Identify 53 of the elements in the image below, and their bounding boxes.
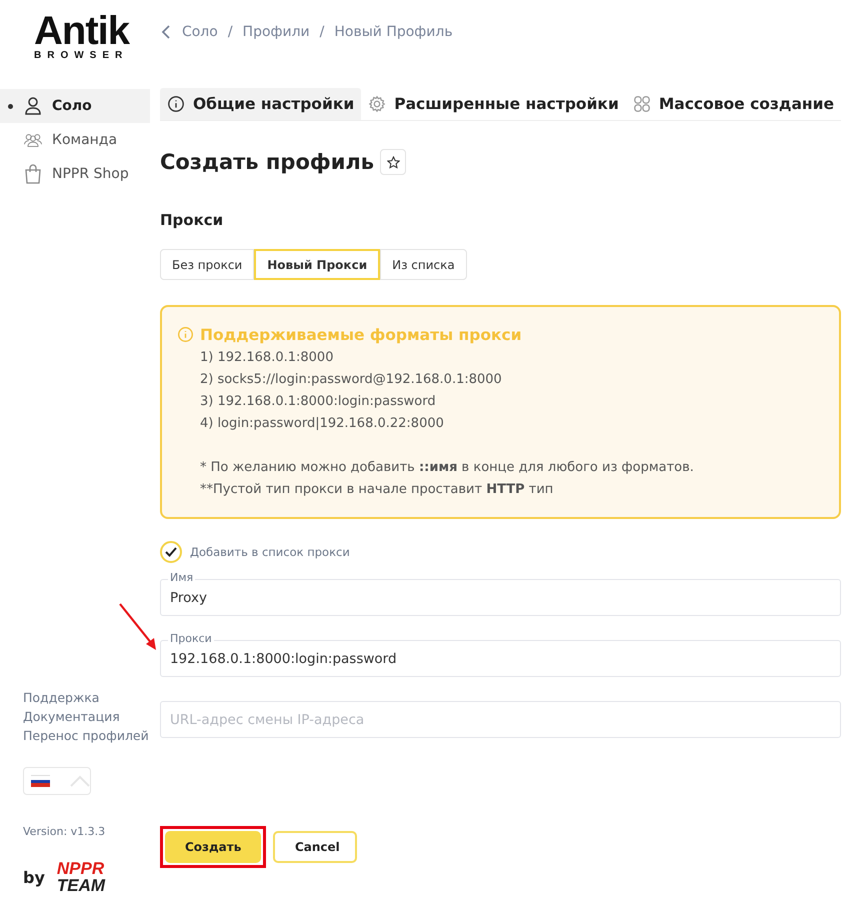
breadcrumb-item[interactable]: Профили [242, 24, 310, 40]
format-example: 4) login:password|192.168.0.22:8000 [200, 415, 445, 433]
checkbox[interactable] [160, 541, 182, 563]
info-note: **Пустой тип прокси в начале проставит HTTP тип [200, 481, 554, 499]
credit-label: by [23, 868, 45, 886]
version-label: Version: v1.3.3 [23, 825, 106, 838]
info-icon [176, 326, 194, 343]
sidebar-link[interactable]: Документация [23, 709, 120, 724]
user-icon [23, 96, 43, 116]
field-label: Прокси [168, 632, 214, 646]
logo-title: Antik [34, 12, 129, 50]
nav-label: Соло [52, 98, 92, 114]
settings-icon [368, 95, 386, 113]
star-icon [386, 156, 400, 168]
tab[interactable]: Массовое создание [626, 88, 841, 120]
brand-logo: NPPR TEAM [56, 860, 106, 894]
breadcrumb-item[interactable]: Соло [182, 24, 218, 40]
sidebar-link[interactable]: Перенос профилей [23, 728, 149, 743]
info-title: Поддерживаемые форматы прокси [200, 325, 523, 346]
breadcrumb-separator: / [320, 24, 324, 40]
grid-icon [632, 95, 651, 113]
cancel-button[interactable]: Cancel [272, 831, 357, 863]
nav-item[interactable]: Команда [0, 123, 150, 157]
nav-label: Команда [52, 132, 118, 148]
info-icon [166, 95, 185, 113]
nav-label: NPPR Shop [52, 166, 129, 182]
breadcrumb-item[interactable]: Новый Профиль [334, 24, 453, 40]
logo-subtitle: BROWSER [34, 50, 128, 61]
proxy-mode-option[interactable]: Из списка [380, 249, 467, 280]
check-icon [164, 547, 177, 557]
proxy-mode-option[interactable]: Новый Прокси [254, 249, 380, 280]
section-title: Прокси [160, 211, 224, 229]
format-example: 2) socks5://login:password@192.168.0.1:8000 [200, 371, 503, 389]
favorite-button[interactable] [380, 149, 406, 175]
create-button[interactable]: Создать [164, 831, 261, 863]
nav-item[interactable]: NPPR Shop [0, 157, 150, 191]
chevron-up-icon [70, 775, 90, 787]
shopping-bag-icon [23, 164, 43, 184]
checkbox-label: Добавить в список прокси [190, 545, 350, 559]
back-icon[interactable] [160, 25, 172, 39]
nav-item[interactable]: Соло [0, 89, 150, 123]
page-title: Создать профиль [160, 150, 374, 174]
info-note: * По желанию можно добавить ::имя в конце для любого из форматов. [200, 459, 694, 477]
language-selector[interactable] [23, 767, 91, 795]
tab[interactable]: Общие настройки [160, 88, 362, 120]
proxy-mode-option[interactable]: Без прокси [160, 249, 254, 280]
flag-icon [31, 775, 50, 787]
input-field[interactable]: URL-адрес смены IP-адреса [160, 701, 841, 738]
breadcrumb-separator: / [228, 24, 233, 40]
format-example: 3) 192.168.0.1:8000:login:password [200, 393, 437, 411]
tab[interactable]: Расширенные настройки [361, 88, 626, 120]
format-example: 1) 192.168.0.1:8000 [200, 349, 334, 367]
sidebar-link[interactable]: Поддержка [23, 690, 100, 705]
